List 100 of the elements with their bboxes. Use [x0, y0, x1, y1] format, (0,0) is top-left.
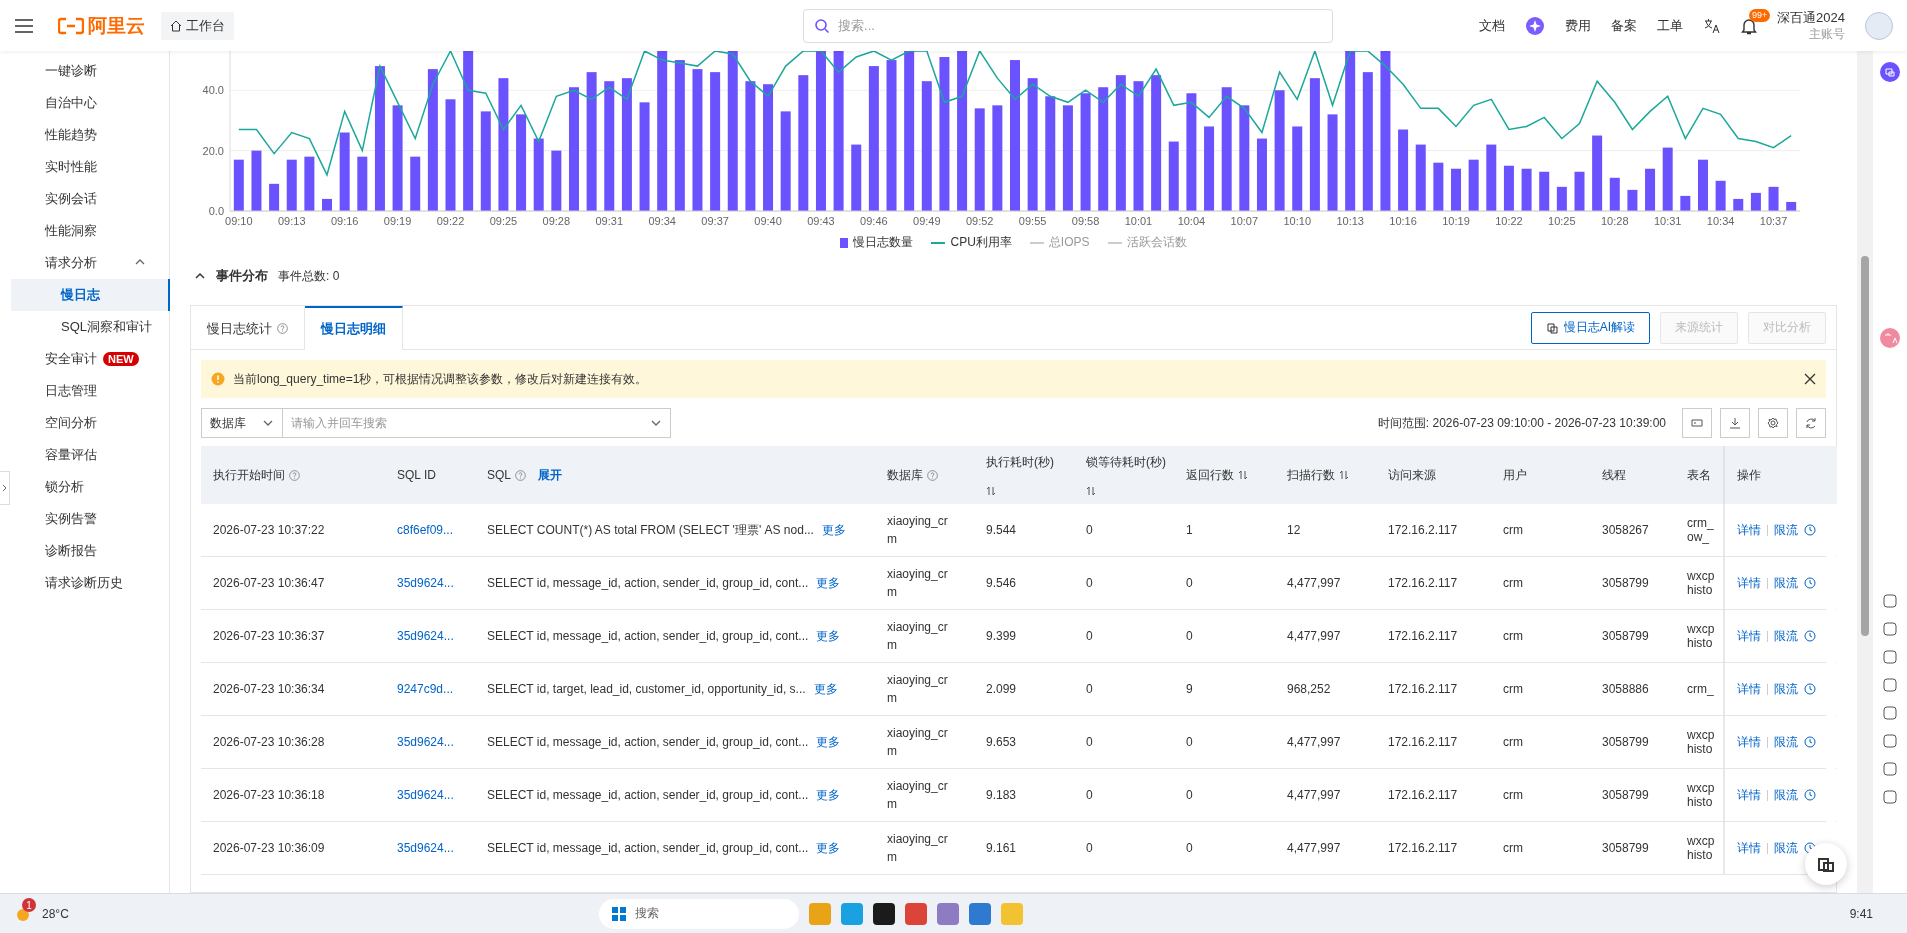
row-action-link[interactable]: 详情 [1737, 733, 1761, 751]
tab[interactable]: 慢日志明细 [305, 306, 403, 350]
sidebar-item[interactable]: 实例会话 [11, 183, 170, 215]
axis-label: 09:10 [225, 215, 253, 226]
table-cell: SELECT id, target, lead_id, customer_id, opportunity_id, s... [487, 682, 806, 696]
legend-item[interactable]: 慢日志数量 [840, 234, 914, 251]
row-action-link[interactable]: 限流 [1774, 733, 1798, 751]
row-action-link[interactable]: 详情 [1737, 521, 1761, 539]
sidebar-item[interactable]: 性能趋势 [11, 119, 170, 151]
clock-icon[interactable] [1804, 789, 1816, 801]
clock-icon[interactable] [1804, 577, 1816, 589]
table-cell: 3058799 [1602, 735, 1649, 749]
top-link[interactable]: 备案 [1611, 16, 1638, 35]
settings-button[interactable] [1758, 408, 1788, 438]
row-action-link[interactable]: 详情 [1737, 627, 1761, 645]
sidebar-item[interactable]: 请求分析 [11, 247, 170, 279]
sidebar-item[interactable]: 一键诊断 [11, 55, 170, 87]
bar [851, 144, 862, 211]
sql-id-link[interactable]: c8f6ef09... [397, 523, 454, 537]
clock-icon[interactable] [1804, 630, 1816, 642]
sql-id-link[interactable]: 35d9624... [397, 788, 454, 802]
taskbar-search[interactable]: 搜索 [598, 898, 799, 929]
bar [1609, 177, 1620, 211]
row-action-link[interactable]: 详情 [1737, 574, 1761, 592]
legend-item[interactable]: CPU利用率 [931, 234, 1012, 251]
more-link[interactable]: 更多 [816, 733, 841, 751]
sql-id-link[interactable]: 9247c9d... [397, 682, 454, 696]
more-link[interactable]: 更多 [816, 627, 841, 645]
download-button[interactable] [1720, 408, 1750, 438]
table-cell: 4,477,997 [1287, 576, 1341, 590]
workbench-button[interactable]: 工作台 [161, 11, 234, 40]
scrollbar-thumb[interactable] [1861, 256, 1869, 636]
more-link[interactable]: 更多 [816, 839, 841, 857]
menu-icon[interactable] [14, 17, 34, 34]
top-link[interactable]: 文档 [1479, 16, 1506, 35]
clock-icon[interactable] [1804, 683, 1816, 695]
sidebar-item[interactable]: 实例告警 [11, 503, 170, 535]
sort-icon[interactable] [1238, 470, 1248, 480]
refresh-button[interactable] [1796, 408, 1826, 438]
bar [357, 156, 368, 211]
row-action-link[interactable]: 限流 [1774, 627, 1798, 645]
more-link[interactable]: 更多 [816, 574, 841, 592]
axis-label: 10:10 [1283, 215, 1311, 226]
sidebar-item[interactable]: 自治中心 [11, 87, 170, 119]
table-cell: 2026-07-23 10:36:47 [213, 576, 325, 590]
axis-label: 09:31 [595, 215, 624, 226]
bar [1750, 192, 1761, 211]
table-cell: crm [1503, 576, 1523, 590]
chat-icon[interactable] [1879, 61, 1901, 83]
action-button[interactable]: 慢日志AI解读 [1530, 311, 1650, 344]
section-title: 事件分布 [216, 267, 268, 285]
database-select[interactable]: 数据库 [201, 408, 283, 438]
expand-link[interactable]: 展开 [538, 466, 562, 484]
sort-icon[interactable] [1339, 470, 1349, 480]
row-action-link[interactable]: 详情 [1737, 839, 1761, 857]
sidebar-item[interactable]: 实时性能 [11, 151, 170, 183]
sidebar-item[interactable]: 诊断报告 [11, 535, 170, 567]
bell-icon[interactable] [1741, 16, 1758, 35]
sql-id-link[interactable]: 35d9624... [397, 576, 454, 590]
row-action-link[interactable]: 限流 [1774, 521, 1798, 539]
assistant-button[interactable] [1805, 843, 1847, 885]
sql-id-link[interactable]: 35d9624... [397, 841, 454, 855]
row-action-link[interactable]: 限流 [1774, 786, 1798, 804]
table-cell-text: xiaoying_crm [887, 778, 949, 813]
more-link[interactable]: 更多 [821, 521, 846, 539]
table-cell: 4,477,997 [1287, 841, 1341, 855]
axis-label: 10:34 [1706, 215, 1735, 226]
sql-id-link[interactable]: 35d9624... [397, 735, 454, 749]
clock-icon[interactable] [1804, 736, 1816, 748]
clock-icon[interactable] [1804, 524, 1816, 536]
sql-id-link[interactable]: 35d9624... [397, 629, 454, 643]
windows-icon[interactable] [610, 905, 627, 922]
sidebar-item[interactable]: 请求诊断历史 [11, 567, 170, 599]
close-icon[interactable] [1804, 373, 1816, 385]
sidebar-item[interactable]: 容量评估 [11, 439, 170, 471]
table-cell: 172.16.2.117 [1388, 682, 1458, 696]
top-link[interactable]: 费用 [1565, 16, 1592, 35]
table-cell: 9.183 [986, 788, 1017, 802]
sidebar-item[interactable]: 慢日志 [11, 279, 170, 311]
app-icon[interactable] [872, 902, 895, 925]
column-header: 表名 [1686, 466, 1712, 484]
row-action-link[interactable]: 限流 [1774, 680, 1798, 698]
row-action-link[interactable]: 限流 [1774, 839, 1798, 857]
more-link[interactable]: 更多 [816, 786, 841, 804]
more-link[interactable]: 更多 [813, 680, 838, 698]
sidebar-item[interactable]: 锁分析 [11, 471, 170, 503]
sidebar-item[interactable]: 日志管理 [11, 375, 170, 407]
sidebar-item[interactable]: 安全审计 NEW [11, 343, 170, 375]
table-cell: 0 [1086, 629, 1093, 643]
sort-icon[interactable] [1086, 486, 1096, 497]
row-action-link[interactable]: 详情 [1737, 680, 1761, 698]
screen-button[interactable] [1682, 408, 1712, 438]
sidebar-item[interactable]: 空间分析 [11, 407, 170, 439]
row-action-link[interactable]: 详情 [1737, 786, 1761, 804]
row-action-link[interactable]: 限流 [1774, 574, 1798, 592]
axis-label: 09:49 [913, 215, 941, 226]
sidebar-item[interactable]: SQL洞察和审计 [11, 311, 170, 343]
sidebar-item[interactable]: 性能洞察 [11, 215, 170, 247]
top-link[interactable]: 工单 [1657, 16, 1684, 35]
sort-icon[interactable] [986, 486, 996, 497]
